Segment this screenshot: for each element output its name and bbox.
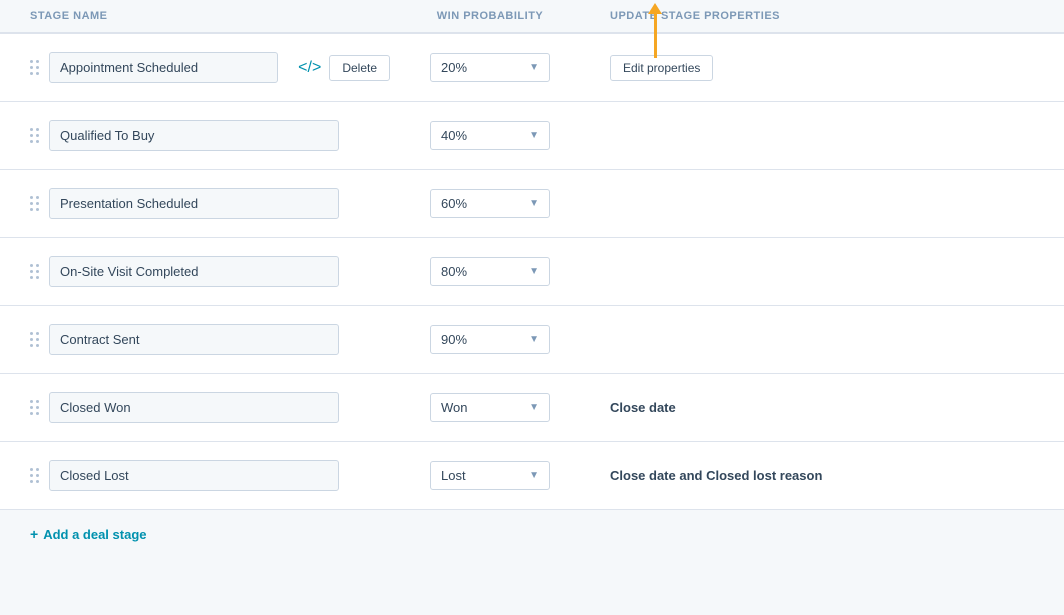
stage-row-left — [30, 188, 390, 219]
probability-value: 40% — [441, 128, 467, 143]
probability-value: 80% — [441, 264, 467, 279]
drag-handle[interactable] — [30, 264, 39, 279]
stage-name-input[interactable] — [49, 256, 339, 287]
chevron-down-icon: ▼ — [529, 130, 539, 141]
win-probability-cell: 80% ▼ — [390, 257, 590, 286]
stage-name-input[interactable] — [49, 52, 278, 83]
stage-name-input[interactable] — [49, 460, 339, 491]
stage-row: </> Delete 20% ▼ Edit properties — [0, 33, 1064, 102]
probability-dropdown[interactable]: 60% ▼ — [430, 189, 550, 218]
win-probability-cell: 90% ▼ — [390, 325, 590, 354]
probability-value: Lost — [441, 468, 466, 483]
stage-name-header: STAGE NAME — [30, 10, 390, 22]
probability-value: Won — [441, 400, 468, 415]
code-icon[interactable]: </> — [298, 59, 321, 77]
stage-row: 90% ▼ — [0, 306, 1064, 374]
probability-dropdown[interactable]: 80% ▼ — [430, 257, 550, 286]
edit-properties-button[interactable]: Edit properties — [610, 55, 713, 81]
drag-handle[interactable] — [30, 332, 39, 347]
probability-dropdown[interactable]: Won ▼ — [430, 393, 550, 422]
probability-value: 20% — [441, 60, 467, 75]
stage-row: Lost ▼ Close date and Closed lost reason — [0, 442, 1064, 510]
win-probability-cell: 40% ▼ — [390, 121, 590, 150]
win-probability-cell: 20% ▼ — [390, 53, 590, 82]
drag-handle[interactable] — [30, 400, 39, 415]
stage-properties-cell: Close date and Closed lost reason — [590, 468, 1034, 483]
stage-properties-text: Close date and Closed lost reason — [610, 468, 822, 483]
stage-row: 80% ▼ — [0, 238, 1064, 306]
stage-row-left — [30, 460, 390, 491]
win-probability-cell: 60% ▼ — [390, 189, 590, 218]
stage-properties-cell: Close date — [590, 400, 1034, 415]
chevron-down-icon: ▼ — [529, 266, 539, 277]
chevron-down-icon: ▼ — [529, 470, 539, 481]
stage-row-left — [30, 120, 390, 151]
stage-name-input[interactable] — [49, 188, 339, 219]
stage-name-input[interactable] — [49, 324, 339, 355]
chevron-down-icon: ▼ — [529, 402, 539, 413]
stage-row: 60% ▼ — [0, 170, 1064, 238]
stage-name-input[interactable] — [49, 120, 339, 151]
chevron-down-icon: ▼ — [529, 198, 539, 209]
drag-handle[interactable] — [30, 128, 39, 143]
stage-row-left — [30, 256, 390, 287]
stage-properties-text: Close date — [610, 400, 676, 415]
probability-dropdown[interactable]: 90% ▼ — [430, 325, 550, 354]
add-stage-row: + Add a deal stage — [0, 510, 1064, 558]
probability-dropdown[interactable]: 40% ▼ — [430, 121, 550, 150]
win-probability-cell: Lost ▼ — [390, 461, 590, 490]
win-probability-header: WIN PROBABILITY — [390, 10, 590, 22]
probability-value: 90% — [441, 332, 467, 347]
win-probability-cell: Won ▼ — [390, 393, 590, 422]
add-deal-stage-button[interactable]: + Add a deal stage — [30, 526, 147, 542]
add-stage-label: Add a deal stage — [43, 527, 146, 542]
pipeline-stages-container: STAGE NAME WIN PROBABILITY UPDATE STAGE … — [0, 0, 1064, 615]
drag-handle[interactable] — [30, 60, 39, 75]
chevron-down-icon: ▼ — [529, 334, 539, 345]
drag-handle[interactable] — [30, 468, 39, 483]
probability-value: 60% — [441, 196, 467, 211]
probability-dropdown[interactable]: 20% ▼ — [430, 53, 550, 82]
stage-row-left — [30, 324, 390, 355]
stages-list: </> Delete 20% ▼ Edit properties — [0, 33, 1064, 510]
stage-name-input[interactable] — [49, 392, 339, 423]
chevron-down-icon: ▼ — [529, 62, 539, 73]
stage-row-left: </> Delete — [30, 52, 390, 83]
stage-row: 40% ▼ — [0, 102, 1064, 170]
probability-dropdown[interactable]: Lost ▼ — [430, 461, 550, 490]
drag-handle[interactable] — [30, 196, 39, 211]
stage-row-actions: </> Delete — [298, 55, 390, 81]
stage-row: Won ▼ Close date — [0, 374, 1064, 442]
stage-row-left — [30, 392, 390, 423]
update-stage-header: UPDATE STAGE PROPERTIES — [590, 10, 1034, 22]
table-header: STAGE NAME WIN PROBABILITY UPDATE STAGE … — [0, 0, 1064, 33]
plus-icon: + — [30, 526, 38, 542]
stage-properties-cell: Edit properties — [590, 55, 1034, 81]
delete-button[interactable]: Delete — [329, 55, 390, 81]
